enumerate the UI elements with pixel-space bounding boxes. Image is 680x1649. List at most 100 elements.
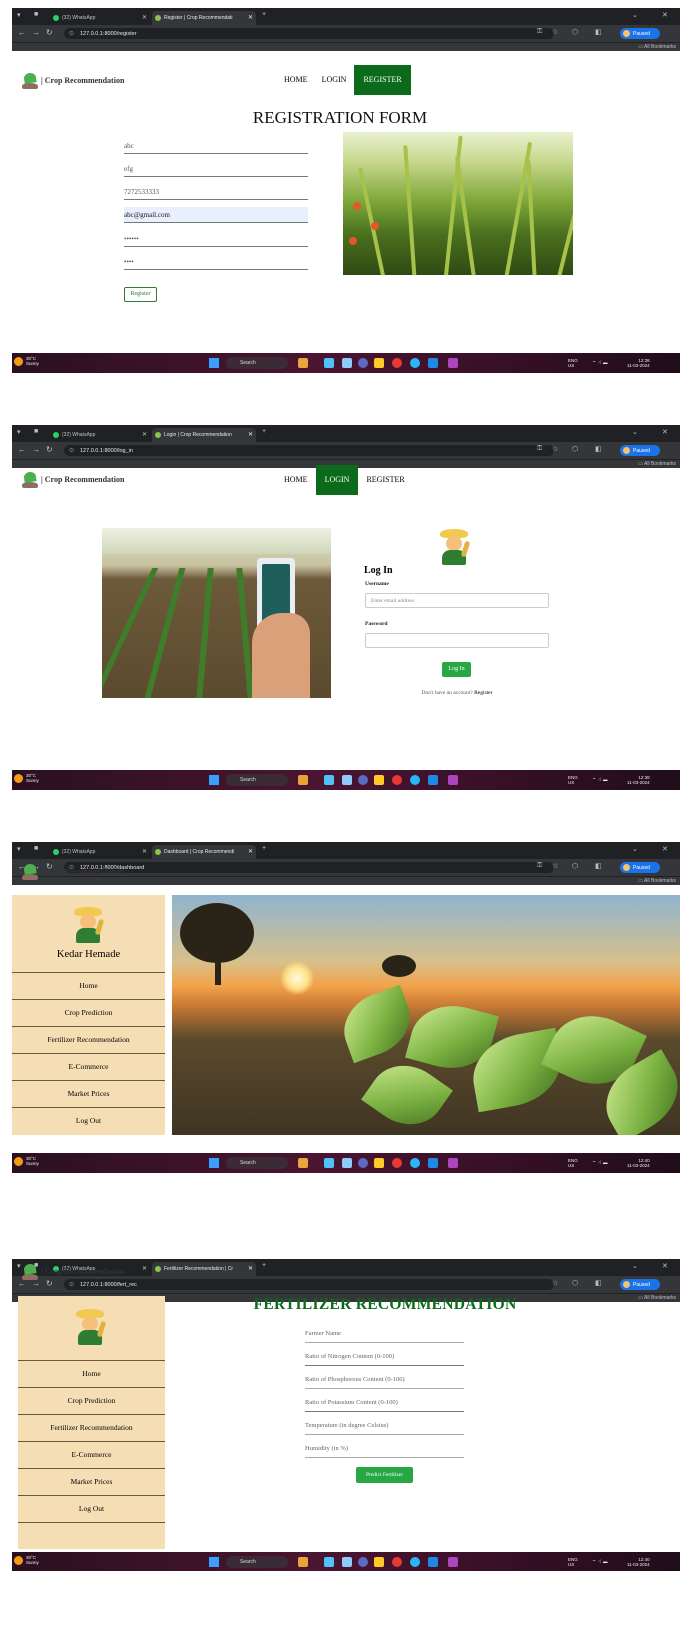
- tab-search-icon[interactable]: ▾: [17, 11, 21, 19]
- wifi-icon[interactable]: ⌔ ◁ ▬: [592, 1559, 607, 1564]
- nitrogen-input[interactable]: Ratio of Nitrogen Content (0-100): [305, 1350, 464, 1366]
- sidebar-item-fertilizer[interactable]: Fertilizer Recommendation: [12, 1026, 165, 1053]
- new-tab-icon[interactable]: +: [262, 428, 266, 435]
- reload-icon[interactable]: ↻: [46, 28, 53, 37]
- site-info-icon[interactable]: ⊙: [69, 1281, 74, 1288]
- login-button[interactable]: Log In: [442, 662, 471, 677]
- tab-search-icon[interactable]: ▾: [17, 1262, 21, 1270]
- edge-icon[interactable]: [410, 358, 420, 368]
- site-logo[interactable]: | Crop Recommendation: [22, 1264, 124, 1280]
- site-logo[interactable]: | Crop Recommendation: [22, 472, 124, 488]
- tab-active[interactable]: Dashboard | Crop Recommendi ✕: [152, 845, 256, 859]
- close-icon[interactable]: ✕: [142, 14, 147, 21]
- register-link[interactable]: Register: [474, 690, 492, 696]
- tab-group-icon[interactable]: ■: [34, 428, 38, 435]
- site-logo[interactable]: | Crop Recommendation: [22, 73, 124, 89]
- site-info-icon[interactable]: ⊙: [69, 30, 74, 37]
- close-icon[interactable]: ✕: [248, 1265, 253, 1272]
- temperature-input[interactable]: Temperature (in degree Celsius): [305, 1419, 464, 1435]
- sidebar-item-home[interactable]: Home: [12, 972, 165, 999]
- widgets-icon[interactable]: [298, 1557, 308, 1567]
- chrome-icon[interactable]: [358, 358, 368, 368]
- password-key-icon[interactable]: ⚿: [537, 445, 542, 453]
- tab-whatsapp[interactable]: (32) WhatsApp ✕: [50, 845, 150, 859]
- tab-group-icon[interactable]: ■: [34, 845, 38, 852]
- language-indicator[interactable]: ENG US: [568, 1158, 578, 1168]
- edge-icon[interactable]: [410, 1557, 420, 1567]
- clock[interactable]: 12:40 11-03-2024: [627, 1557, 650, 1567]
- sidebar-item-market-prices[interactable]: Market Prices: [12, 1080, 165, 1107]
- phone-input[interactable]: 7272533333: [124, 184, 308, 200]
- forward-icon[interactable]: →: [32, 445, 40, 454]
- confirm-password-input[interactable]: ••••: [124, 254, 308, 270]
- sidepanel-icon[interactable]: ◧: [595, 445, 602, 453]
- bookmark-star-icon[interactable]: ☆: [552, 28, 558, 36]
- windows-start-icon[interactable]: [209, 358, 219, 368]
- sidebar-item-crop-prediction[interactable]: Crop Prediction: [18, 1387, 165, 1414]
- opera-icon[interactable]: [392, 358, 402, 368]
- wifi-icon[interactable]: ⌔ ◁ ▬: [592, 1160, 607, 1165]
- new-tab-icon[interactable]: +: [262, 11, 266, 18]
- bookmark-star-icon[interactable]: ☆: [552, 1279, 558, 1287]
- teams-icon[interactable]: [324, 1557, 334, 1567]
- vscode-icon[interactable]: [428, 1158, 438, 1168]
- potassium-input[interactable]: Ratio of Potassium Content (0-100): [305, 1396, 464, 1412]
- forward-icon[interactable]: →: [32, 28, 40, 37]
- windows-start-icon[interactable]: [209, 1557, 219, 1567]
- folder-icon[interactable]: [374, 358, 384, 368]
- register-button[interactable]: Register: [124, 287, 157, 302]
- explorer-icon[interactable]: [342, 358, 352, 368]
- taskbar-search[interactable]: Search: [226, 1157, 288, 1169]
- close-icon[interactable]: ✕: [248, 431, 253, 438]
- window-close-icon[interactable]: ✕: [662, 1262, 668, 1270]
- password-key-icon[interactable]: ⚿: [537, 862, 542, 870]
- first-name-input[interactable]: abc: [124, 138, 308, 154]
- sidebar-item-logout[interactable]: Log Out: [12, 1107, 165, 1134]
- new-tab-icon[interactable]: +: [262, 1262, 266, 1269]
- all-bookmarks[interactable]: ▭ All Bookmarks: [638, 1295, 676, 1301]
- profile-paused-button[interactable]: Paused: [620, 445, 660, 456]
- bookmark-star-icon[interactable]: ☆: [552, 445, 558, 453]
- opera-icon[interactable]: [392, 1158, 402, 1168]
- close-icon[interactable]: ✕: [248, 14, 253, 21]
- chrome-icon[interactable]: [358, 1158, 368, 1168]
- profile-paused-button[interactable]: Paused: [620, 1279, 660, 1290]
- weather-icon[interactable]: [14, 1556, 23, 1565]
- url-input[interactable]: ⊙ 127.0.0.1:8000/dashboard: [64, 862, 554, 873]
- sidebar-item-fertilizer[interactable]: Fertilizer Recommendation: [18, 1414, 165, 1441]
- nav-login[interactable]: LOGIN: [315, 465, 359, 495]
- profile-paused-button[interactable]: Paused: [620, 28, 660, 39]
- profile-paused-button[interactable]: Paused: [620, 862, 660, 873]
- tab-active[interactable]: Fertilizer Recommendation | Cr ✕: [152, 1262, 256, 1276]
- nav-login[interactable]: LOGIN: [316, 65, 353, 95]
- taskbar-search[interactable]: Search: [226, 1556, 288, 1568]
- minimize-icon[interactable]: ⌄: [632, 845, 638, 853]
- humidity-input[interactable]: Humidity (in %): [305, 1442, 464, 1458]
- url-input[interactable]: ⊙ 127.0.0.1:8000/log_in: [64, 445, 554, 456]
- email-input[interactable]: abc@gmail.com: [124, 207, 308, 223]
- folder-icon[interactable]: [374, 1158, 384, 1168]
- password-input[interactable]: [365, 633, 549, 648]
- teams-icon[interactable]: [324, 1158, 334, 1168]
- sidepanel-icon[interactable]: ◧: [595, 862, 602, 870]
- tab-whatsapp[interactable]: (32) WhatsApp ✕: [50, 11, 150, 25]
- explorer-icon[interactable]: [342, 1557, 352, 1567]
- reload-icon[interactable]: ↻: [46, 1279, 53, 1288]
- language-indicator[interactable]: ENG US: [568, 1557, 578, 1567]
- clock[interactable]: 12:40 11-03-2024: [627, 1158, 650, 1168]
- predict-fertilizer-button[interactable]: Predict Fertilizer: [356, 1467, 413, 1483]
- extensions-icon[interactable]: ⬡: [572, 1279, 578, 1287]
- site-logo[interactable]: | Crop Recommendation: [22, 864, 124, 880]
- explorer-icon[interactable]: [342, 1158, 352, 1168]
- sidebar-item-home[interactable]: Home: [18, 1360, 165, 1387]
- reload-icon[interactable]: ↻: [46, 445, 53, 454]
- phosphorous-input[interactable]: Ratio of Phosphorous Content (0-100): [305, 1373, 464, 1389]
- folder-icon[interactable]: [374, 1557, 384, 1567]
- new-tab-icon[interactable]: +: [262, 845, 266, 852]
- taskbar-search[interactable]: Search: [226, 357, 288, 369]
- extensions-icon[interactable]: ⬡: [572, 445, 578, 453]
- weather-icon[interactable]: [14, 1157, 23, 1166]
- sidepanel-icon[interactable]: ◧: [595, 28, 602, 36]
- minimize-icon[interactable]: ⌄: [632, 428, 638, 436]
- wifi-icon[interactable]: ⌔ ◁ ▬: [592, 360, 607, 365]
